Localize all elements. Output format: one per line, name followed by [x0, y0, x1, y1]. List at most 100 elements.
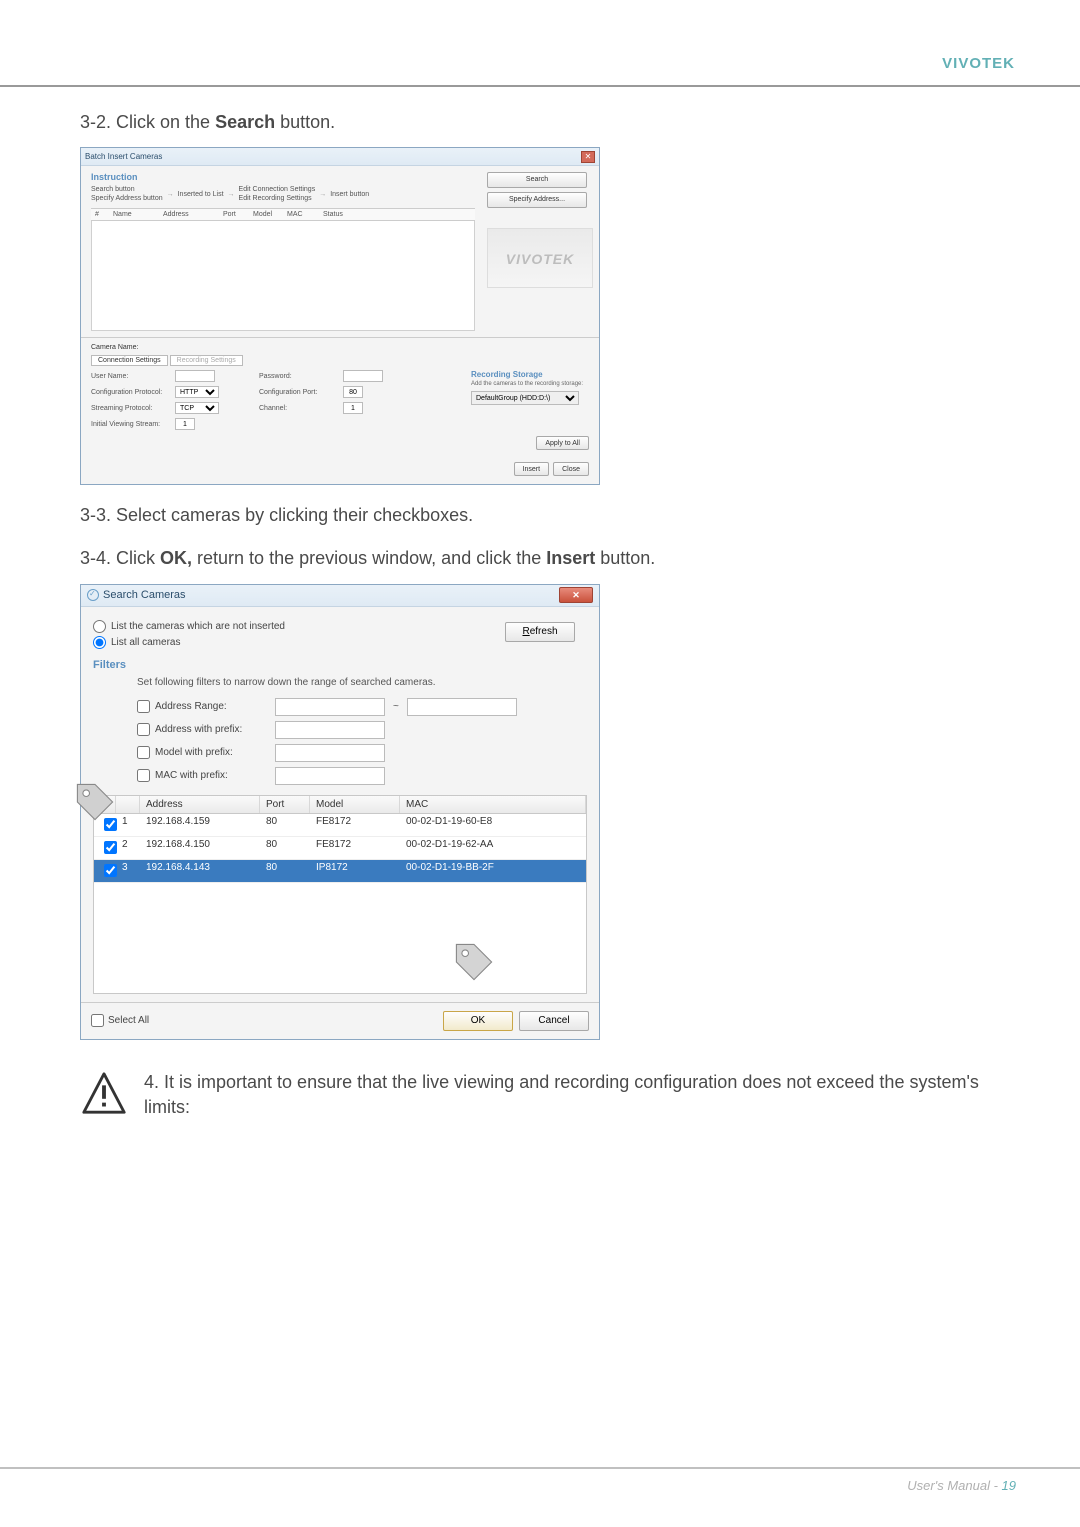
camera-name-label: Camera Name:: [91, 344, 138, 351]
col-port: Port: [219, 211, 249, 218]
brand-header: VIVOTEK: [942, 55, 1015, 72]
filter-range-checkbox[interactable]: [137, 700, 150, 713]
filter-macpre-input[interactable]: [275, 767, 385, 785]
row-model: FE8172: [310, 814, 400, 836]
close-button[interactable]: Close: [553, 462, 589, 476]
footer-rule: [0, 1467, 1080, 1469]
arrow-icon: →: [228, 191, 235, 198]
tab-recording-settings[interactable]: Recording Settings: [170, 355, 243, 366]
col-name: Name: [109, 211, 159, 218]
col-address: Address: [159, 211, 219, 218]
close-icon[interactable]: ✕: [559, 587, 593, 603]
insert-button[interactable]: Insert: [514, 462, 550, 476]
filter-modelpre-checkbox[interactable]: [137, 746, 150, 759]
batch-insert-dialog: Batch Insert Cameras ✕ Instruction Searc…: [80, 147, 600, 485]
row-model: FE8172: [310, 837, 400, 859]
tag-icon: [452, 940, 496, 987]
stream-protocol-label: Streaming Protocol:: [91, 405, 171, 412]
footer-label: User's Manual - 19: [907, 1478, 1016, 1493]
camera-table-header: Address Port Model MAC: [94, 796, 586, 814]
config-port-input[interactable]: [343, 386, 363, 398]
ok-button[interactable]: OK: [443, 1011, 513, 1031]
warning-section: 4. It is important to ensure that the li…: [80, 1070, 1000, 1123]
filter-addrpre-input[interactable]: [275, 721, 385, 739]
user-name-input[interactable]: [175, 370, 215, 382]
row-mac: 00-02-D1-19-62-AA: [400, 837, 586, 859]
dialog1-title: Batch Insert Cameras: [85, 152, 162, 161]
table-row[interactable]: 1 192.168.4.159 80 FE8172 00-02-D1-19-60…: [94, 814, 586, 837]
dialog1-table-header: # Name Address Port Model MAC Status: [91, 208, 475, 221]
row-addr: 192.168.4.159: [140, 814, 260, 836]
filter-modelpre-input[interactable]: [275, 744, 385, 762]
select-all[interactable]: Select All: [91, 1014, 149, 1027]
table-row[interactable]: 2 192.168.4.150 80 FE8172 00-02-D1-19-62…: [94, 837, 586, 860]
header-rule: [0, 85, 1080, 87]
row-model: IP8172: [310, 860, 400, 882]
arrow-icon: →: [167, 191, 174, 198]
select-all-label: Select All: [108, 1015, 149, 1026]
dialog2-titlebar: Search Cameras ✕: [81, 585, 599, 607]
row-port: 80: [260, 837, 310, 859]
step-3-3: 3-3. Select cameras by clicking their ch…: [80, 503, 1000, 528]
arrow-icon: →: [319, 191, 326, 198]
specify-address-button[interactable]: Specify Address...: [487, 192, 587, 208]
recording-storage-title: Recording Storage: [471, 370, 589, 379]
apply-to-all-button[interactable]: Apply to All: [536, 436, 589, 450]
recording-storage-sub: Add the cameras to the recording storage…: [471, 381, 589, 387]
step-3-2-bold: Search: [215, 112, 275, 132]
dialog2-title: Search Cameras: [103, 589, 186, 601]
step-3-4-post: button.: [595, 548, 655, 568]
stream-protocol-select[interactable]: TCP: [175, 402, 219, 414]
check-icon: [87, 589, 99, 601]
filter-mac-prefix: MAC with prefix:: [137, 767, 587, 785]
filter-model-prefix: Model with prefix:: [137, 744, 587, 762]
instruction-flow: Search button Specify Address button → I…: [91, 186, 475, 202]
row-mac: 00-02-D1-19-60-E8: [400, 814, 586, 836]
filter-macpre-checkbox[interactable]: [137, 769, 150, 782]
select-all-checkbox[interactable]: [91, 1014, 104, 1027]
row-addr: 192.168.4.150: [140, 837, 260, 859]
config-protocol-select[interactable]: HTTP: [175, 386, 219, 398]
filter-addrpre-label: Address with prefix:: [155, 724, 275, 735]
filter-address-prefix: Address with prefix:: [137, 721, 587, 739]
cancel-button[interactable]: Cancel: [519, 1011, 589, 1031]
tilde-icon: ~: [393, 701, 399, 712]
flow-insert-btn: Insert button: [330, 191, 369, 198]
search-button[interactable]: Search: [487, 172, 587, 188]
warning-icon: [80, 1070, 130, 1123]
step-3-4: 3-4. Click OK, return to the previous wi…: [80, 546, 1000, 571]
flow-inserted: Inserted to List: [178, 191, 224, 198]
filters-heading: Filters: [93, 659, 587, 671]
channel-input[interactable]: [343, 402, 363, 414]
refresh-button[interactable]: Refresh: [505, 622, 575, 642]
filter-range-to[interactable]: [407, 698, 517, 716]
config-protocol-label: Configuration Protocol:: [91, 389, 171, 396]
instruction-heading: Instruction: [91, 172, 475, 182]
filter-macpre-label: MAC with prefix:: [155, 770, 275, 781]
row-mac: 00-02-D1-19-BB-2F: [400, 860, 586, 882]
channel-label: Channel:: [259, 405, 339, 412]
tag-icon: [73, 780, 117, 827]
password-input[interactable]: [343, 370, 383, 382]
search-cameras-dialog: Search Cameras ✕ List the cameras which …: [80, 584, 600, 1040]
step-3-4-pre: 3-4. Click: [80, 548, 160, 568]
close-icon[interactable]: ✕: [581, 151, 595, 163]
col-status: Status: [319, 211, 389, 218]
table-blank: [94, 883, 586, 993]
filter-addrpre-checkbox[interactable]: [137, 723, 150, 736]
recording-storage-select[interactable]: DefaultGroup (HDD:D:\): [471, 391, 579, 405]
filter-range-from[interactable]: [275, 698, 385, 716]
step-3-4-b1: OK,: [160, 548, 192, 568]
col-model: Model: [249, 211, 283, 218]
col-num: #: [91, 211, 109, 218]
tab-connection-settings[interactable]: Connection Settings: [91, 355, 168, 366]
radio-all-cameras-label: List all cameras: [111, 637, 180, 648]
filter-modelpre-label: Model with prefix:: [155, 747, 275, 758]
view-stream-input[interactable]: [175, 418, 195, 430]
col-address: Address: [140, 796, 260, 813]
vivotek-logo: VIVOTEK: [487, 228, 593, 288]
row-num: 3: [116, 860, 140, 882]
table-row[interactable]: 3 192.168.4.143 80 IP8172 00-02-D1-19-BB…: [94, 860, 586, 883]
row-addr: 192.168.4.143: [140, 860, 260, 882]
dialog1-titlebar: Batch Insert Cameras ✕: [81, 148, 599, 166]
